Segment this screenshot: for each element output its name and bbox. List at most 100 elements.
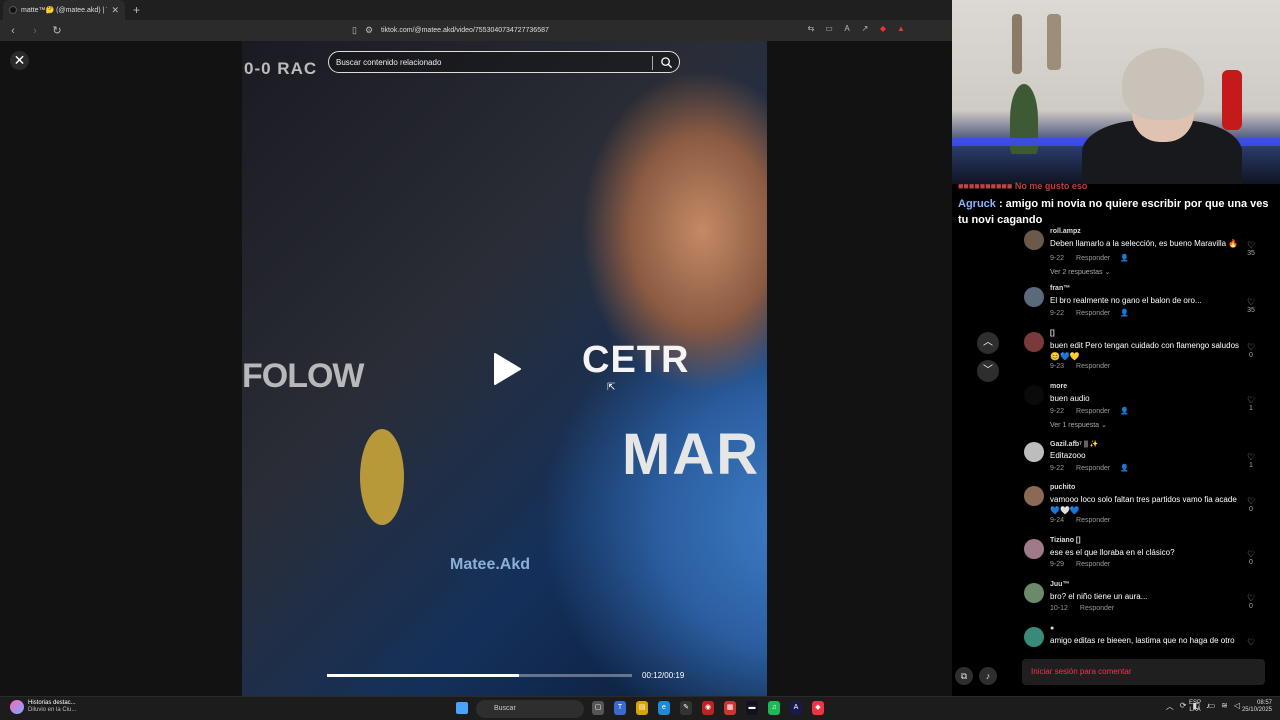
reload-icon[interactable]: ↻ — [50, 24, 64, 37]
language-icon[interactable]: A — [842, 24, 852, 34]
news-widget[interactable]: Historias destac... Diluvio en la Ciu... — [10, 700, 76, 714]
video-progress-bar[interactable] — [327, 674, 632, 677]
play-icon[interactable] — [492, 352, 522, 386]
next-video-button[interactable]: ﹀ — [977, 360, 999, 382]
related-search-input[interactable]: Buscar contenido relacionado — [328, 51, 680, 73]
translate-icon[interactable]: ⇆ — [806, 24, 816, 34]
like-button[interactable]: ♡ 0 — [1244, 549, 1258, 566]
comment-username[interactable]: [] — [1050, 330, 1055, 337]
close-video-button[interactable]: ✕ — [10, 51, 29, 70]
new-tab-button[interactable]: + — [133, 3, 140, 17]
heart-icon[interactable]: ♡ — [1244, 395, 1258, 405]
comment-username[interactable]: roll.ampz — [1050, 228, 1081, 235]
heart-icon[interactable]: ♡ — [1244, 240, 1258, 250]
comment-meta: 9-29 Responder — [1050, 561, 1110, 568]
avatar[interactable] — [1024, 287, 1044, 307]
comment-username[interactable]: Gazil.afb⁷ || ✨ — [1050, 440, 1099, 448]
heart-icon[interactable]: ♡ — [1244, 452, 1258, 462]
tray-chevron-icon[interactable]: ︿ — [1166, 701, 1174, 712]
pen-app-icon[interactable]: ✎ — [680, 701, 692, 715]
bookmark-icon[interactable]: ▯ — [352, 25, 357, 36]
like-button[interactable]: ♡ 1 — [1244, 452, 1258, 469]
view-replies-button[interactable]: Ver 2 respuestas ⌄ — [1050, 268, 1110, 276]
calendar-app-icon[interactable]: ▦ — [724, 701, 736, 715]
brave-rewards-icon[interactable]: ▲ — [896, 24, 906, 34]
edge-icon[interactable]: e — [658, 701, 670, 715]
reply-button[interactable]: Responder — [1076, 255, 1110, 262]
game-app-icon[interactable]: ▬ — [746, 701, 758, 715]
taskbar-search[interactable]: Buscar — [476, 700, 584, 718]
teams-icon[interactable]: T — [614, 701, 626, 715]
heart-icon[interactable]: ♡ — [1244, 549, 1258, 559]
avatar[interactable] — [1024, 332, 1044, 352]
volume-icon[interactable]: ♪ — [979, 667, 997, 685]
chat-previous-message: ■■■■■■■■■■ No me gusto eso — [958, 181, 1088, 191]
avatar[interactable] — [1024, 583, 1044, 603]
forward-icon[interactable]: › — [28, 25, 42, 37]
url-text[interactable]: tiktok.com/@matee.akd/video/755304073472… — [381, 27, 549, 34]
wifi-icon[interactable]: ≋ — [1221, 701, 1228, 710]
jersey-badge — [360, 429, 404, 525]
avatar[interactable] — [1024, 627, 1044, 647]
previous-video-button[interactable]: ︿ — [977, 332, 999, 354]
avatar[interactable] — [1024, 539, 1044, 559]
network-volume-tray[interactable]: ▭ ≋ ◁ — [1208, 701, 1240, 710]
avatar[interactable] — [1024, 230, 1044, 250]
tiktok-video-page: ✕ 0-0 RAC FOLOW CETR MAR Matee.Akd Busca… — [0, 41, 952, 696]
heart-icon[interactable]: ♡ — [1244, 297, 1258, 307]
comment-username[interactable]: puchito — [1050, 484, 1075, 491]
reply-button[interactable]: Responder — [1076, 310, 1110, 317]
like-button[interactable]: ♡ 0 — [1244, 496, 1258, 513]
reply-button[interactable]: Responder — [1076, 465, 1110, 472]
like-button[interactable]: ♡ — [1244, 637, 1258, 647]
share-icon[interactable]: ↗ — [860, 24, 870, 34]
cast-icon[interactable]: ▭ — [824, 24, 834, 34]
reply-button[interactable]: Responder — [1076, 363, 1110, 370]
like-button[interactable]: ♡ 1 — [1244, 395, 1258, 412]
monitor-icon[interactable]: ▭ — [1208, 701, 1216, 710]
like-count: 0 — [1249, 506, 1253, 513]
brave-icon[interactable]: ◆ — [812, 701, 824, 715]
taskbar-clock[interactable]: 08:57 25/10/2025 — [1242, 700, 1272, 714]
browser-tab[interactable]: matte™🤔 (@matee.akd) | TikTok ✕ — [3, 0, 125, 20]
reply-button[interactable]: Responder — [1076, 408, 1110, 415]
comment-username[interactable]: fran™ — [1050, 285, 1070, 292]
comment-username[interactable]: more — [1050, 383, 1067, 390]
obs-icon[interactable]: ◉ — [702, 701, 714, 715]
heart-icon[interactable]: ♡ — [1244, 342, 1258, 352]
comment-username[interactable]: ● — [1050, 625, 1054, 632]
comment-date: 9-29 — [1050, 561, 1065, 568]
like-button[interactable]: ♡ 35 — [1244, 240, 1258, 257]
system-tray: ︿ ⟳ ◧ ♪ — [1166, 701, 1210, 712]
search-icon[interactable] — [660, 56, 673, 69]
comment-username[interactable]: Juu™ — [1050, 581, 1069, 588]
tab-close-icon[interactable]: ✕ — [111, 5, 119, 16]
view-replies-button[interactable]: Ver 1 respuesta ⌄ — [1050, 421, 1107, 429]
comment-username[interactable]: Tiziano [] — [1050, 537, 1081, 544]
login-to-comment-button[interactable]: Iniciar sesión para comentar — [1022, 659, 1265, 685]
picture-in-picture-icon[interactable]: ⧉ — [955, 667, 973, 685]
speaker-icon[interactable]: ◁ — [1234, 701, 1240, 710]
like-button[interactable]: ♡ 0 — [1244, 593, 1258, 610]
heart-icon[interactable]: ♡ — [1244, 496, 1258, 506]
windows-start-icon[interactable] — [456, 702, 468, 714]
avatar[interactable] — [1024, 442, 1044, 462]
brave-shield-icon[interactable]: ◆ — [878, 24, 888, 34]
spotify-icon[interactable]: ♫ — [768, 701, 780, 715]
like-button[interactable]: ♡ 35 — [1244, 297, 1258, 314]
reply-button[interactable]: Responder — [1076, 561, 1110, 568]
avatar[interactable] — [1024, 385, 1044, 405]
task-view-icon[interactable]: ▢ — [592, 701, 604, 715]
avatar[interactable] — [1024, 486, 1044, 506]
heart-icon[interactable]: ♡ — [1244, 593, 1258, 603]
like-button[interactable]: ♡ 0 — [1244, 342, 1258, 359]
after-effects-icon[interactable]: A — [790, 701, 802, 715]
language-indicator[interactable]: ESP LAA — [1189, 700, 1201, 714]
tray-sync-icon[interactable]: ⟳ — [1180, 701, 1187, 712]
reply-button[interactable]: Responder — [1076, 517, 1110, 524]
site-info-icon[interactable]: ⚙ — [365, 25, 373, 36]
reply-button[interactable]: Responder — [1080, 605, 1114, 612]
back-icon[interactable]: ‹ — [6, 25, 20, 37]
heart-icon[interactable]: ♡ — [1244, 637, 1258, 647]
file-explorer-icon[interactable]: ▤ — [636, 701, 648, 715]
